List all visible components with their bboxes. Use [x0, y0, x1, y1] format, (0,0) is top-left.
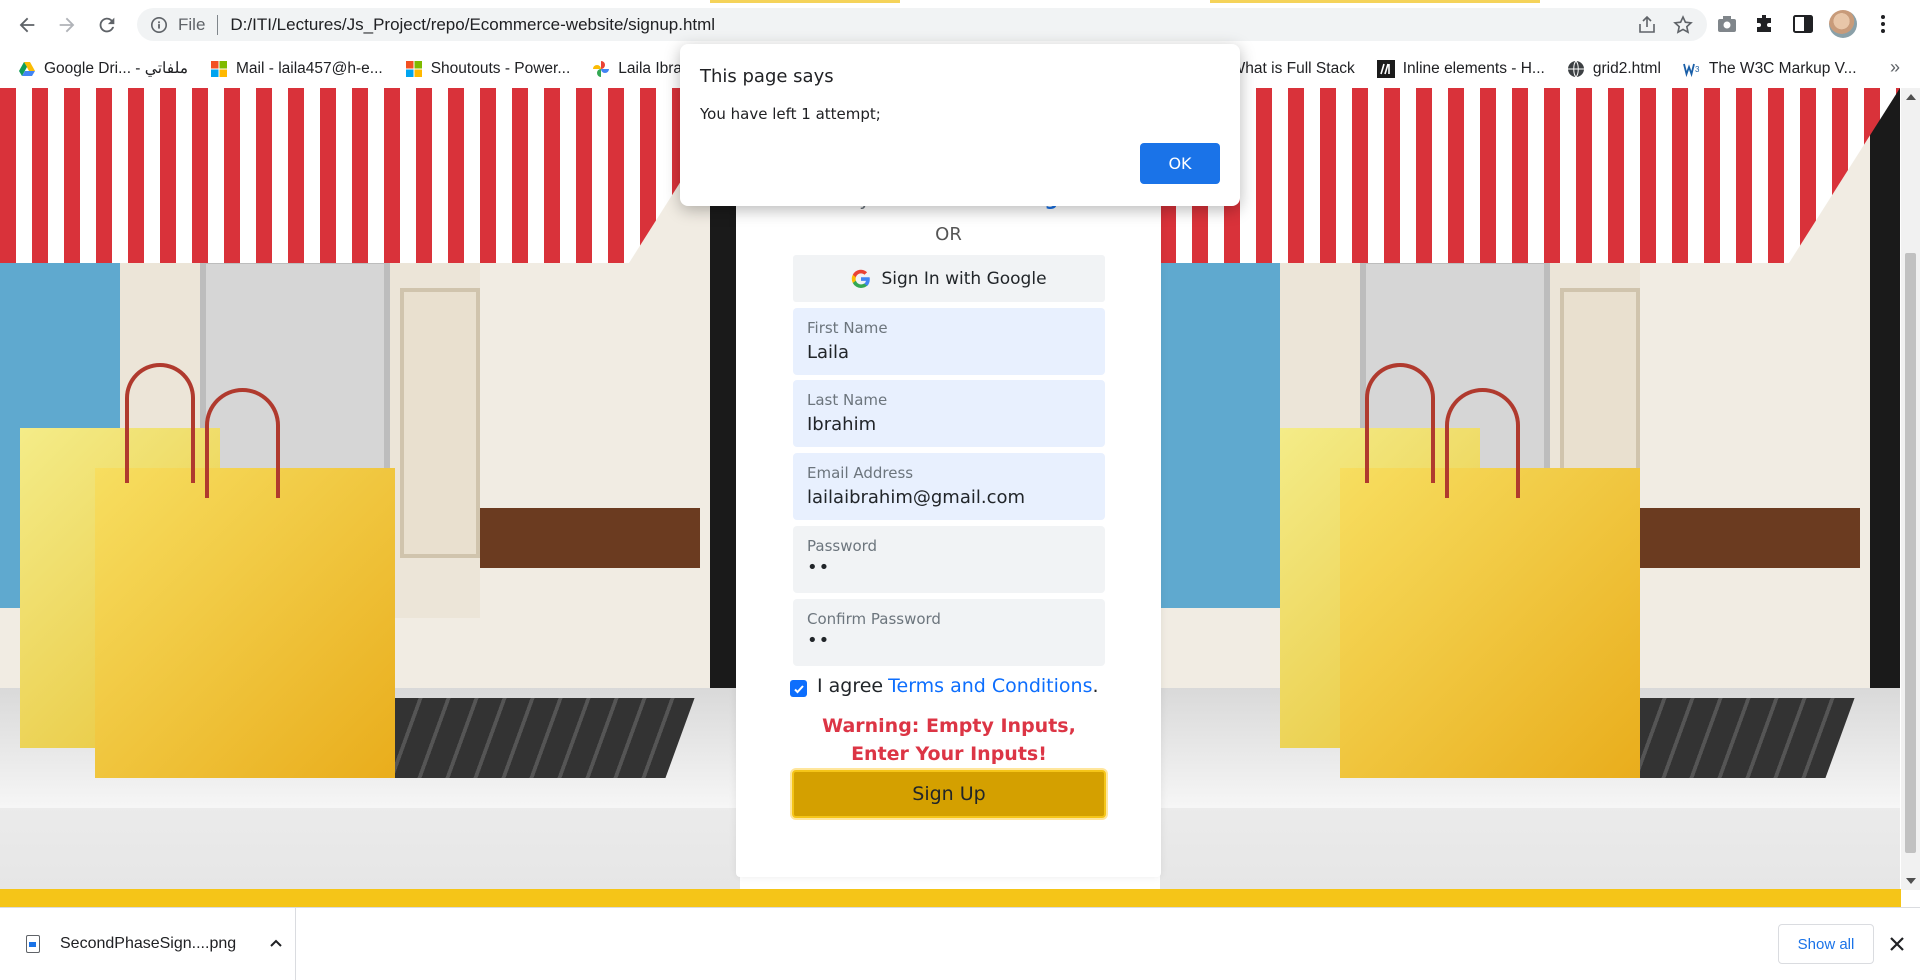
microsoft-icon [405, 60, 422, 77]
reload-icon [99, 17, 115, 32]
footer-accent-bar [0, 889, 1901, 907]
forward-arrow-icon [59, 17, 75, 32]
page-viewport: Already Have Account? Sign In OR Sign In… [0, 88, 1901, 890]
back-arrow-icon [19, 17, 35, 32]
warning-message: Warning: Empty Inputs, Enter Your Inputs… [822, 715, 1076, 765]
bookmark-item[interactable]: 3 The W3C Markup V... [1683, 60, 1857, 78]
password-value[interactable]: •• [807, 557, 1091, 578]
last-name-field[interactable]: Last Name Ibrahim [793, 380, 1105, 447]
globe-icon [1567, 60, 1584, 77]
dialog-message: You have left 1 attempt; [700, 105, 881, 123]
bookmark-item[interactable]: Laila Ibrah [592, 60, 691, 78]
signup-card: Already Have Account? Sign In OR Sign In… [736, 88, 1161, 877]
camera-icon[interactable] [1715, 12, 1739, 36]
download-file-name: SecondPhaseSign....png [60, 935, 237, 952]
chevron-up-icon[interactable] [268, 936, 284, 952]
checkmark-icon [793, 684, 804, 693]
info-icon[interactable] [150, 16, 168, 34]
confirm-password-label: Confirm Password [807, 610, 941, 628]
bookmark-item[interactable]: grid2.html [1567, 60, 1661, 78]
svg-text:3: 3 [1695, 65, 1700, 74]
agree-checkbox[interactable] [790, 680, 807, 697]
background-illustration-right [1160, 88, 1900, 890]
address-bar[interactable]: File D:/ITI/Lectures/Js_Project/repo/Eco… [137, 8, 1707, 41]
bookmark-star-icon[interactable] [1673, 14, 1693, 35]
microsoft-icon [211, 60, 228, 77]
scrollbar-thumb[interactable] [1905, 253, 1916, 853]
w3c-icon: 3 [1683, 63, 1700, 77]
bookmark-label: Mail - laila457@h-e... [236, 59, 383, 77]
or-divider: OR [935, 224, 962, 245]
share-icon[interactable] [1637, 15, 1657, 35]
terms-agreement: I agree Terms and Conditions . [790, 674, 1099, 697]
bookmark-item[interactable]: Mail - laila457@h-e... [210, 60, 383, 78]
terms-period: . [1092, 674, 1099, 697]
last-name-value[interactable]: Ibrahim [807, 414, 1091, 435]
browser-toolbar: File D:/ITI/Lectures/Js_Project/repo/Eco… [0, 0, 1920, 49]
bookmark-label: What is Full Stack [1230, 59, 1355, 77]
back-button[interactable] [7, 5, 47, 45]
file-scheme-label: File [178, 14, 206, 34]
email-value[interactable]: lailaibrahim@gmail.com [807, 487, 1091, 508]
page-scrollbar[interactable] [1901, 88, 1920, 890]
google-button-label: Sign In with Google [881, 268, 1047, 289]
bookmark-item[interactable]: What is Full Stack [1231, 60, 1355, 78]
close-icon[interactable] [1887, 934, 1907, 954]
bookmarks-overflow-button[interactable]: » [1890, 57, 1900, 78]
agree-text: I agree [817, 674, 884, 697]
reload-button[interactable] [87, 5, 127, 45]
confirm-password-value[interactable]: •• [807, 630, 1091, 651]
password-label: Password [807, 537, 878, 555]
email-label: Email Address [807, 464, 914, 482]
bookmark-item[interactable]: Google Dri... - ملفاتي [18, 59, 188, 78]
bookmark-label: Shoutouts - Power... [430, 59, 571, 77]
first-name-field[interactable]: First Name Laila [793, 308, 1105, 375]
bookmark-label: Inline elements - H... [1402, 59, 1545, 77]
bookmark-label: The W3C Markup V... [1708, 59, 1857, 77]
password-field[interactable]: Password •• [793, 526, 1105, 593]
mdn-icon [1376, 59, 1395, 78]
bookmark-label: grid2.html [1592, 59, 1661, 77]
side-panel-icon[interactable] [1791, 12, 1815, 36]
email-field[interactable]: Email Address lailaibrahim@gmail.com [793, 453, 1105, 520]
first-name-value[interactable]: Laila [807, 342, 1091, 363]
bookmark-label: Google Dri... - ملفاتي [44, 60, 189, 77]
google-g-icon [852, 269, 871, 288]
download-item[interactable]: SecondPhaseSign....png [0, 908, 296, 980]
google-sign-in-button[interactable]: Sign In with Google [793, 255, 1105, 302]
scroll-down-arrow-icon[interactable] [1906, 878, 1916, 884]
terms-link[interactable]: Terms and Conditions [888, 675, 1092, 697]
forward-button[interactable] [47, 5, 87, 45]
extensions-puzzle-icon[interactable] [1753, 12, 1777, 36]
google-drive-icon [19, 61, 35, 76]
tab-strip-accent [1210, 0, 1540, 3]
background-illustration-left [0, 88, 740, 890]
alert-dialog: This page says You have left 1 attempt; … [680, 44, 1240, 206]
toolbar-actions [1715, 10, 1895, 38]
first-name-label: First Name [807, 319, 888, 337]
bookmark-item[interactable]: Inline elements - H... [1376, 59, 1545, 78]
sign-up-button[interactable]: Sign Up [792, 770, 1106, 818]
last-name-label: Last Name [807, 391, 888, 409]
kebab-menu-icon[interactable] [1871, 12, 1895, 36]
dialog-ok-button[interactable]: OK [1140, 143, 1220, 184]
address-separator [217, 14, 219, 35]
google-photos-icon [593, 60, 610, 77]
scroll-up-arrow-icon[interactable] [1906, 94, 1916, 100]
confirm-password-field[interactable]: Confirm Password •• [793, 599, 1105, 666]
dialog-title: This page says [700, 66, 834, 87]
url-text[interactable]: D:/ITI/Lectures/Js_Project/repo/Ecommerc… [230, 15, 715, 35]
bookmark-item[interactable]: Shoutouts - Power... [405, 59, 571, 78]
show-all-downloads-button[interactable]: Show all [1778, 924, 1874, 964]
download-shelf: SecondPhaseSign....png Show all [0, 907, 1920, 980]
tab-strip-accent [710, 0, 900, 3]
image-file-icon [26, 935, 40, 953]
profile-avatar[interactable] [1829, 10, 1857, 38]
